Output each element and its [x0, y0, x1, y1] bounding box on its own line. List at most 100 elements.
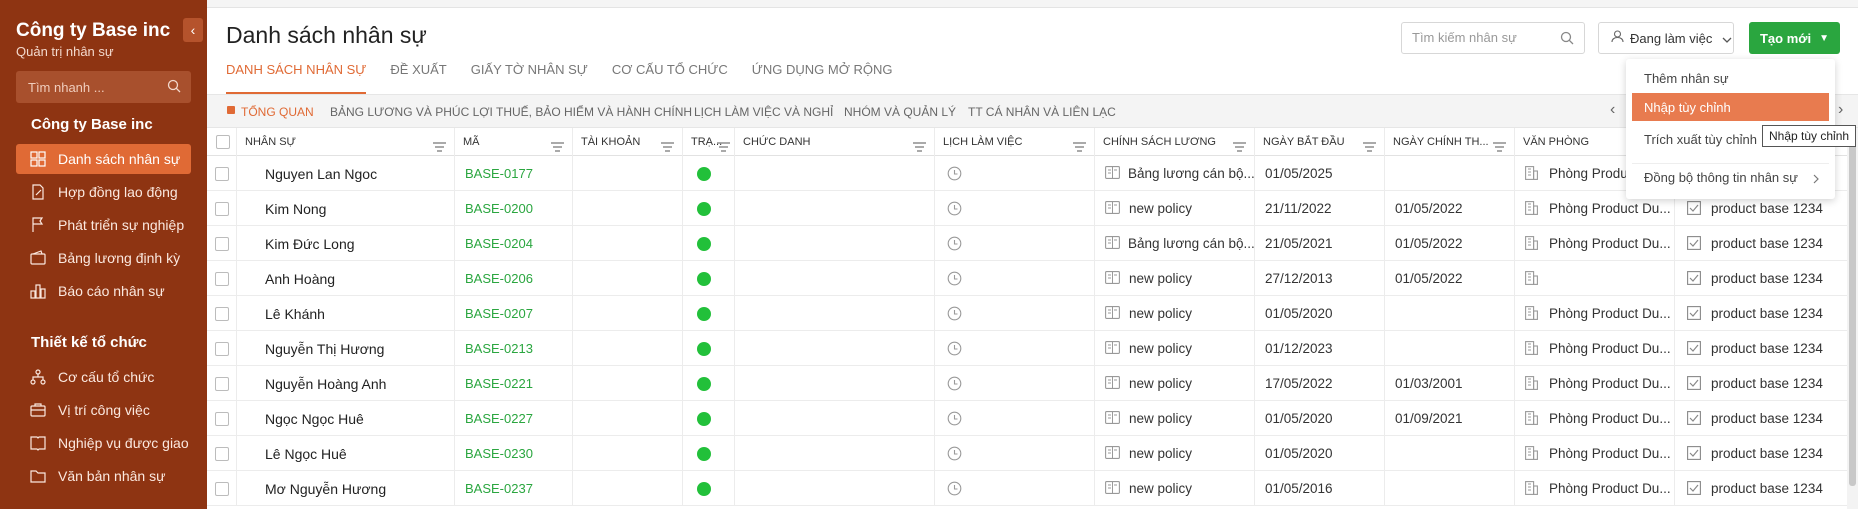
- table-row[interactable]: Anh Hoàng BASE-0206 new policy 27/12/2013 01…: [207, 261, 1847, 296]
- sidebar-item-documents[interactable]: Văn bản nhân sự: [16, 461, 191, 491]
- col-code[interactable]: MÃ: [455, 128, 573, 156]
- status-cell: [683, 261, 735, 296]
- collapse-sidebar-button[interactable]: ‹: [183, 18, 203, 42]
- briefcase-icon: [24, 402, 52, 418]
- salary-policy: new policy: [1129, 306, 1193, 321]
- subtab-groups-management[interactable]: NHÓM VÀ QUẢN LÝ: [844, 105, 956, 119]
- employee-name[interactable]: Nguyễn Hoàng Anh: [237, 366, 455, 401]
- table-row[interactable]: Kim Đức Long BASE-0204 Bảng lương cán bộ..…: [207, 226, 1847, 261]
- menu-sync-employee-info[interactable]: Đồng bộ thông tin nhân sự: [1632, 163, 1829, 191]
- clock-icon: [947, 341, 963, 357]
- row-checkbox[interactable]: [214, 271, 229, 286]
- table-row[interactable]: Kim Nong BASE-0200 new policy 21/11/2022 01/…: [207, 191, 1847, 226]
- row-checkbox[interactable]: [214, 166, 229, 181]
- row-checkbox[interactable]: [214, 341, 229, 356]
- row-checkbox[interactable]: [214, 201, 229, 216]
- row-checkbox[interactable]: [214, 446, 229, 461]
- create-new-button[interactable]: Tạo mới ▼: [1749, 22, 1840, 54]
- menu-custom-import[interactable]: Nhập tùy chỉnh: [1632, 93, 1829, 121]
- tab-org-structure[interactable]: CƠ CẤU TỔ CHỨC: [612, 62, 728, 94]
- tab-proposals[interactable]: ĐỀ XUẤT: [390, 62, 446, 94]
- employee-code[interactable]: BASE-0200: [465, 201, 533, 216]
- office-name: Phòng Product Du...: [1549, 236, 1671, 251]
- col-salary-policy[interactable]: CHÍNH SÁCH LƯƠNG: [1095, 128, 1255, 156]
- sidebar-item-job-positions[interactable]: Vị trí công việc: [16, 395, 191, 425]
- table-row[interactable]: Ngọc Ngọc Huê BASE-0227 new policy 01/05/20…: [207, 401, 1847, 436]
- employee-name[interactable]: Kim Nong: [237, 191, 455, 226]
- subtab-overview[interactable]: TỔNG QUAN: [241, 105, 314, 119]
- sidebar-item-reports[interactable]: Báo cáo nhân sự: [16, 276, 191, 306]
- employee-name[interactable]: Lê Ngọc Huê: [237, 436, 455, 471]
- employee-name[interactable]: Lê Khánh: [237, 296, 455, 331]
- sidebar-item-assigned-tasks[interactable]: Nghiệp vụ được giao: [16, 428, 191, 458]
- employee-code[interactable]: BASE-0177: [465, 166, 533, 181]
- table-row[interactable]: Nguyễn Hoàng Anh BASE-0221 new policy 17/05…: [207, 366, 1847, 401]
- employee-search-input[interactable]: [1412, 30, 1552, 45]
- employee-name[interactable]: Anh Hoàng: [237, 261, 455, 296]
- status-cell: [683, 296, 735, 331]
- employee-code[interactable]: BASE-0221: [465, 376, 533, 391]
- employee-name[interactable]: Kim Đức Long: [237, 226, 455, 261]
- search-icon[interactable]: [1560, 31, 1574, 50]
- employee-name[interactable]: Ngọc Ngọc Huê: [237, 401, 455, 436]
- table-row[interactable]: Nguyễn Thị Hương BASE-0213 new policy 01/12…: [207, 331, 1847, 366]
- employee-code[interactable]: BASE-0237: [465, 481, 533, 496]
- sidebar-item-org-structure[interactable]: Cơ cấu tổ chức: [16, 362, 191, 392]
- bar-chart-icon: [24, 283, 52, 299]
- subtab-schedule-leave[interactable]: LỊCH LÀM VIỆC VÀ NGHỈ: [694, 105, 833, 119]
- vertical-scrollbar[interactable]: [1847, 128, 1858, 509]
- select-all-checkbox[interactable]: [216, 135, 230, 149]
- employee-name[interactable]: Mơ Nguyễn Hương: [237, 471, 455, 506]
- employee-name[interactable]: Nguyễn Thị Hương: [237, 331, 455, 366]
- employee-name[interactable]: Nguyen Lan Ngoc: [237, 156, 455, 191]
- sidebar-item-career[interactable]: Phát triển sự nghiệp: [16, 210, 191, 240]
- employee-code[interactable]: BASE-0213: [465, 341, 533, 356]
- scrollbar-thumb[interactable]: [1849, 130, 1856, 486]
- sidebar-item-payroll[interactable]: Bảng lương định kỳ: [16, 243, 191, 273]
- col-label: TÀI KHOẢN: [581, 136, 641, 148]
- row-checkbox[interactable]: [214, 236, 229, 251]
- tab-employee-list[interactable]: DANH SÁCH NHÂN SỰ: [226, 62, 367, 94]
- tab-hr-documents[interactable]: GIẤY TỜ NHÂN SỰ: [471, 62, 588, 94]
- chevron-right-icon[interactable]: ›: [1838, 101, 1843, 119]
- subtab-personal-contact[interactable]: TT CÁ NHÂN VÀ LIÊN LẠC: [968, 105, 1116, 119]
- menu-add-employee[interactable]: Thêm nhân sự: [1632, 61, 1829, 95]
- row-checkbox[interactable]: [214, 411, 229, 426]
- office-cell: Phòng Product Du...: [1515, 226, 1675, 261]
- row-checkbox[interactable]: [214, 481, 229, 496]
- status-active-dot: [697, 306, 711, 321]
- quick-search[interactable]: Tìm nhanh ...: [16, 71, 191, 103]
- subtab-tax-insurance[interactable]: THUẾ, BẢO HIỂM VÀ HÀNH CHÍNH: [496, 105, 692, 119]
- col-schedule[interactable]: LỊCH LÀM VIỆC: [935, 128, 1095, 156]
- employee-code[interactable]: BASE-0227: [465, 411, 533, 426]
- col-employee[interactable]: NHÂN SỰ: [237, 128, 455, 156]
- salary-policy-cell: new policy: [1095, 366, 1255, 401]
- sidebar-item-employee-list[interactable]: Danh sách nhân sự: [16, 144, 191, 174]
- start-date: 21/05/2021: [1255, 226, 1385, 261]
- employee-code[interactable]: BASE-0230: [465, 446, 533, 461]
- col-official-date[interactable]: NGÀY CHÍNH TH...: [1385, 128, 1515, 156]
- col-start-date[interactable]: NGÀY BẮT ĐẦU: [1255, 128, 1385, 156]
- title-cell: [735, 366, 935, 401]
- employee-code[interactable]: BASE-0206: [465, 271, 533, 286]
- office-cell: Phòng Product Du...: [1515, 296, 1675, 331]
- status-filter-dropdown[interactable]: Đang làm việc: [1598, 22, 1734, 54]
- employee-search[interactable]: [1401, 22, 1585, 54]
- tab-extensions[interactable]: ỨNG DỤNG MỞ RỘNG: [752, 62, 893, 94]
- sidebar-item-contracts[interactable]: Hợp đồng lao động: [16, 177, 191, 207]
- col-status[interactable]: TRẠ...: [683, 128, 735, 156]
- company-subtitle: Quản trị nhân sự: [16, 44, 114, 59]
- employee-code[interactable]: BASE-0207: [465, 306, 533, 321]
- col-account[interactable]: TÀI KHOẢN: [573, 128, 683, 156]
- employee-code[interactable]: BASE-0204: [465, 236, 533, 251]
- subtab-payroll-benefits[interactable]: BẢNG LƯƠNG VÀ PHÚC LỢI: [330, 105, 493, 119]
- table-row[interactable]: Mơ Nguyễn Hương BASE-0237 new policy 01/05/…: [207, 471, 1847, 506]
- col-title[interactable]: CHỨC DANH: [735, 128, 935, 156]
- table-row[interactable]: Lê Ngọc Huê BASE-0230 new policy 01/05/2020…: [207, 436, 1847, 471]
- row-checkbox[interactable]: [214, 306, 229, 321]
- row-checkbox[interactable]: [214, 376, 229, 391]
- chevron-left-icon[interactable]: ‹: [1610, 101, 1615, 119]
- table-row[interactable]: Nguyen Lan Ngoc BASE-0177 Bảng lương cán b…: [207, 156, 1847, 191]
- table-row[interactable]: Lê Khánh BASE-0207 new policy 01/05/2020 Phò…: [207, 296, 1847, 331]
- clock-icon: [947, 376, 963, 392]
